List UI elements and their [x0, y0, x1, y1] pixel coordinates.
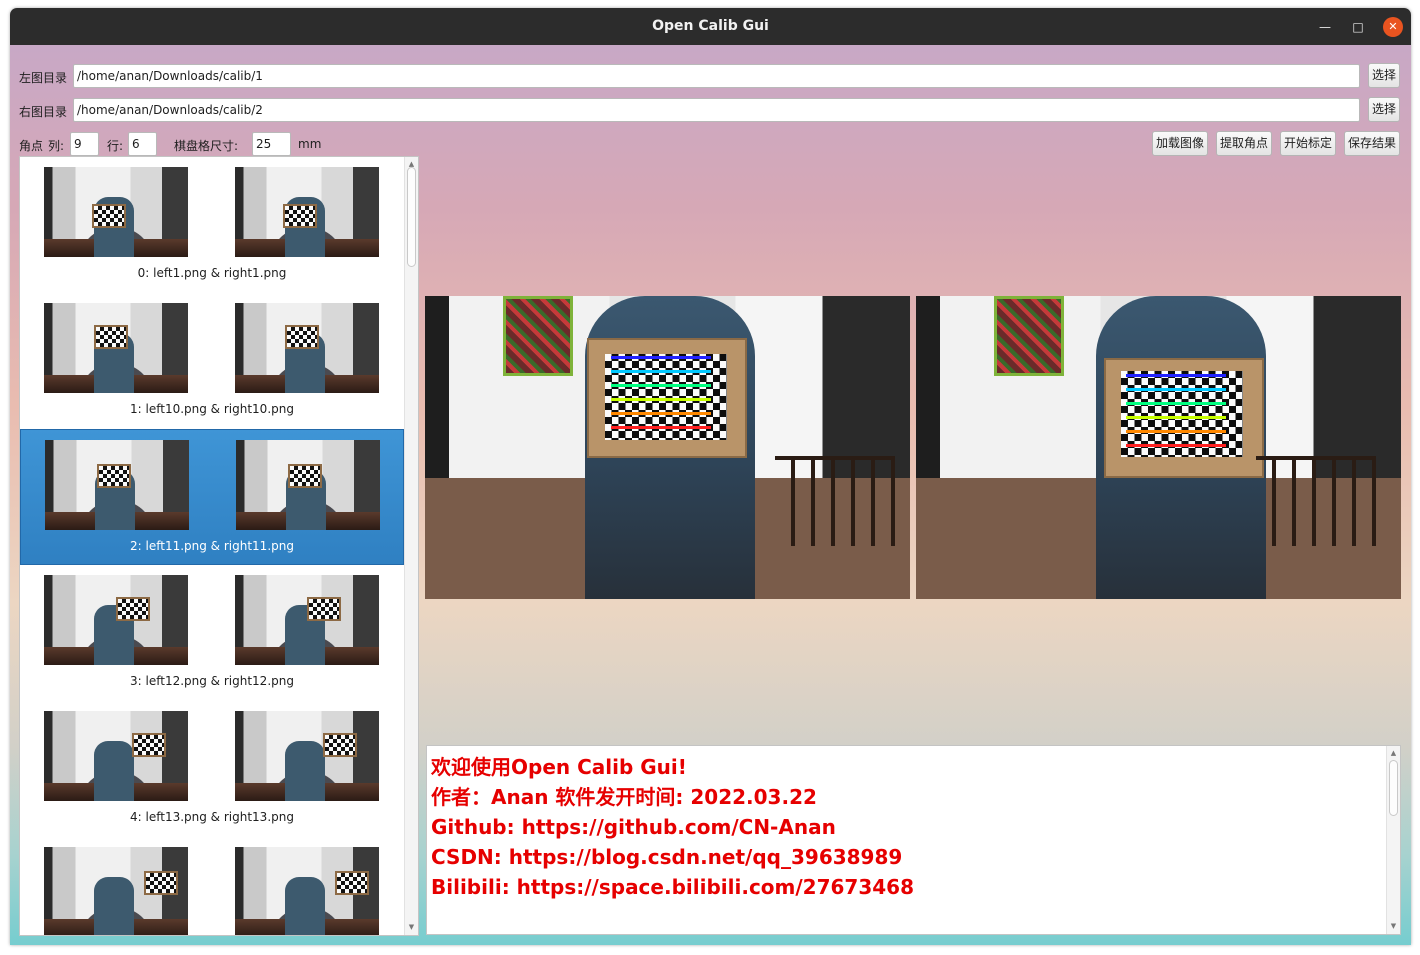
poster-decor: [503, 296, 573, 376]
right-dir-input[interactable]: /home/anan/Downloads/calib/2: [73, 98, 1360, 122]
chessboard-decor: [335, 871, 369, 895]
poster-decor: [994, 296, 1064, 376]
image-pair-caption: 2: left11.png & right11.png: [130, 539, 294, 553]
left-thumbnail: [45, 440, 189, 530]
right-thumbnail: [235, 711, 379, 801]
corner-row: [1126, 402, 1226, 405]
left-thumbnail: [44, 167, 188, 257]
rows-input[interactable]: 6: [128, 132, 157, 156]
image-pair-item[interactable]: 0: left1.png & right1.png: [20, 157, 404, 293]
chessboard-decor: [144, 871, 178, 895]
start-calibration-button[interactable]: 开始标定: [1280, 131, 1336, 156]
left-dir-input[interactable]: /home/anan/Downloads/calib/1: [73, 64, 1360, 88]
list-scrollbar[interactable]: ▲ ▼: [404, 157, 418, 935]
person-decor: [94, 741, 134, 801]
chessboard-decor: [116, 597, 150, 621]
square-size-label: 棋盘格尺寸:: [174, 139, 239, 153]
corner-row: [1126, 374, 1226, 377]
right-dir-label: 右图目录: [19, 105, 68, 119]
close-icon[interactable]: ✕: [1383, 17, 1403, 37]
chessboard-decor: [285, 325, 319, 349]
image-pair-item[interactable]: 4: left13.png & right13.png: [20, 701, 404, 837]
image-pair-item[interactable]: 3: left12.png & right12.png: [20, 565, 404, 701]
chairs-decor: [1256, 456, 1376, 546]
corner-row: [1126, 388, 1226, 391]
image-pair-caption: 1: left10.png & right10.png: [130, 402, 294, 416]
person-decor: [94, 877, 134, 935]
rows-label: 行:: [107, 139, 124, 153]
corner-row: [611, 384, 711, 387]
person-decor: [285, 741, 325, 801]
scroll-up-icon[interactable]: ▲: [1389, 749, 1398, 758]
corner-row: [611, 370, 711, 373]
left-thumbnail: [44, 847, 188, 935]
app-window: Open Calib Gui — □ ✕ 左图目录 /home/anan/Dow…: [10, 8, 1411, 945]
image-pair-item[interactable]: 2: left11.png & right11.png: [20, 429, 404, 565]
chessboard-decor: [283, 204, 317, 228]
person-decor: [285, 877, 325, 935]
scroll-thumb[interactable]: [407, 167, 416, 267]
left-thumbnail: [44, 303, 188, 393]
chessboard-decor: [97, 464, 131, 488]
image-pair-list[interactable]: 0: left1.png & right1.png 1: left10.png &…: [19, 156, 419, 936]
scroll-thumb[interactable]: [1389, 760, 1398, 816]
corner-row: [611, 426, 711, 429]
corner-row: [611, 398, 711, 401]
unit-label: mm: [298, 137, 322, 151]
image-pair-caption: 3: left12.png & right12.png: [130, 674, 294, 688]
cols-input[interactable]: 9: [70, 132, 99, 156]
right-thumbnail: [235, 847, 379, 935]
right-thumbnail: [235, 575, 379, 665]
minimize-icon[interactable]: —: [1315, 17, 1335, 37]
right-preview-image: [916, 296, 1401, 599]
chessboard-decor: [307, 597, 341, 621]
chessboard-decor: [92, 204, 126, 228]
left-thumbnail: [44, 575, 188, 665]
console-scrollbar[interactable]: ▲ ▼: [1386, 746, 1400, 934]
log-line: Bilibili: https://space.bilibili.com/276…: [431, 875, 915, 899]
maximize-icon[interactable]: □: [1348, 17, 1368, 37]
image-pair-item[interactable]: [20, 837, 404, 935]
image-pair-caption: 0: left1.png & right1.png: [137, 266, 287, 280]
left-thumbnail: [44, 711, 188, 801]
square-size-input[interactable]: 25: [252, 132, 291, 156]
chessboard-decor: [323, 733, 357, 757]
chessboard-decor: [94, 325, 128, 349]
title-bar[interactable]: Open Calib Gui — □ ✕: [10, 8, 1411, 45]
chairs-decor: [775, 456, 895, 546]
corner-label: 角点: [19, 139, 44, 153]
log-line: 作者：Anan 软件发开时间: 2022.03.22: [431, 785, 817, 809]
image-pair-caption: 4: left13.png & right13.png: [130, 810, 294, 824]
choose-left-button[interactable]: 选择: [1368, 63, 1400, 88]
corner-row: [611, 356, 711, 359]
log-line: 欢迎使用Open Calib Gui!: [431, 755, 687, 779]
corner-row: [1126, 430, 1226, 433]
save-results-button[interactable]: 保存结果: [1344, 131, 1400, 156]
image-pair-item[interactable]: 1: left10.png & right10.png: [20, 293, 404, 429]
right-thumbnail: [235, 167, 379, 257]
left-preview-image: [425, 296, 910, 599]
log-line: Github: https://github.com/CN-Anan: [431, 815, 836, 839]
log-line: CSDN: https://blog.csdn.net/qq_39638989: [431, 845, 903, 869]
extract-corners-button[interactable]: 提取角点: [1216, 131, 1272, 156]
corner-row: [1126, 444, 1226, 447]
left-dir-label: 左图目录: [19, 71, 68, 85]
right-thumbnail: [236, 440, 380, 530]
log-text: 欢迎使用Open Calib Gui! 作者：Anan 软件发开时间: 2022…: [431, 752, 914, 902]
scroll-down-icon[interactable]: ▼: [1389, 922, 1398, 931]
corner-row: [1126, 416, 1226, 419]
chessboard-decor: [288, 464, 322, 488]
main-area: 左图目录 /home/anan/Downloads/calib/1 选择 右图目…: [10, 45, 1411, 945]
cols-label: 列:: [48, 139, 65, 153]
right-thumbnail: [235, 303, 379, 393]
log-console[interactable]: 欢迎使用Open Calib Gui! 作者：Anan 软件发开时间: 2022…: [426, 745, 1401, 935]
window-title: Open Calib Gui: [652, 18, 769, 34]
chessboard-decor: [132, 733, 166, 757]
load-images-button[interactable]: 加载图像: [1152, 131, 1208, 156]
scroll-down-icon[interactable]: ▼: [407, 923, 416, 932]
choose-right-button[interactable]: 选择: [1368, 97, 1400, 122]
corner-row: [611, 412, 711, 415]
